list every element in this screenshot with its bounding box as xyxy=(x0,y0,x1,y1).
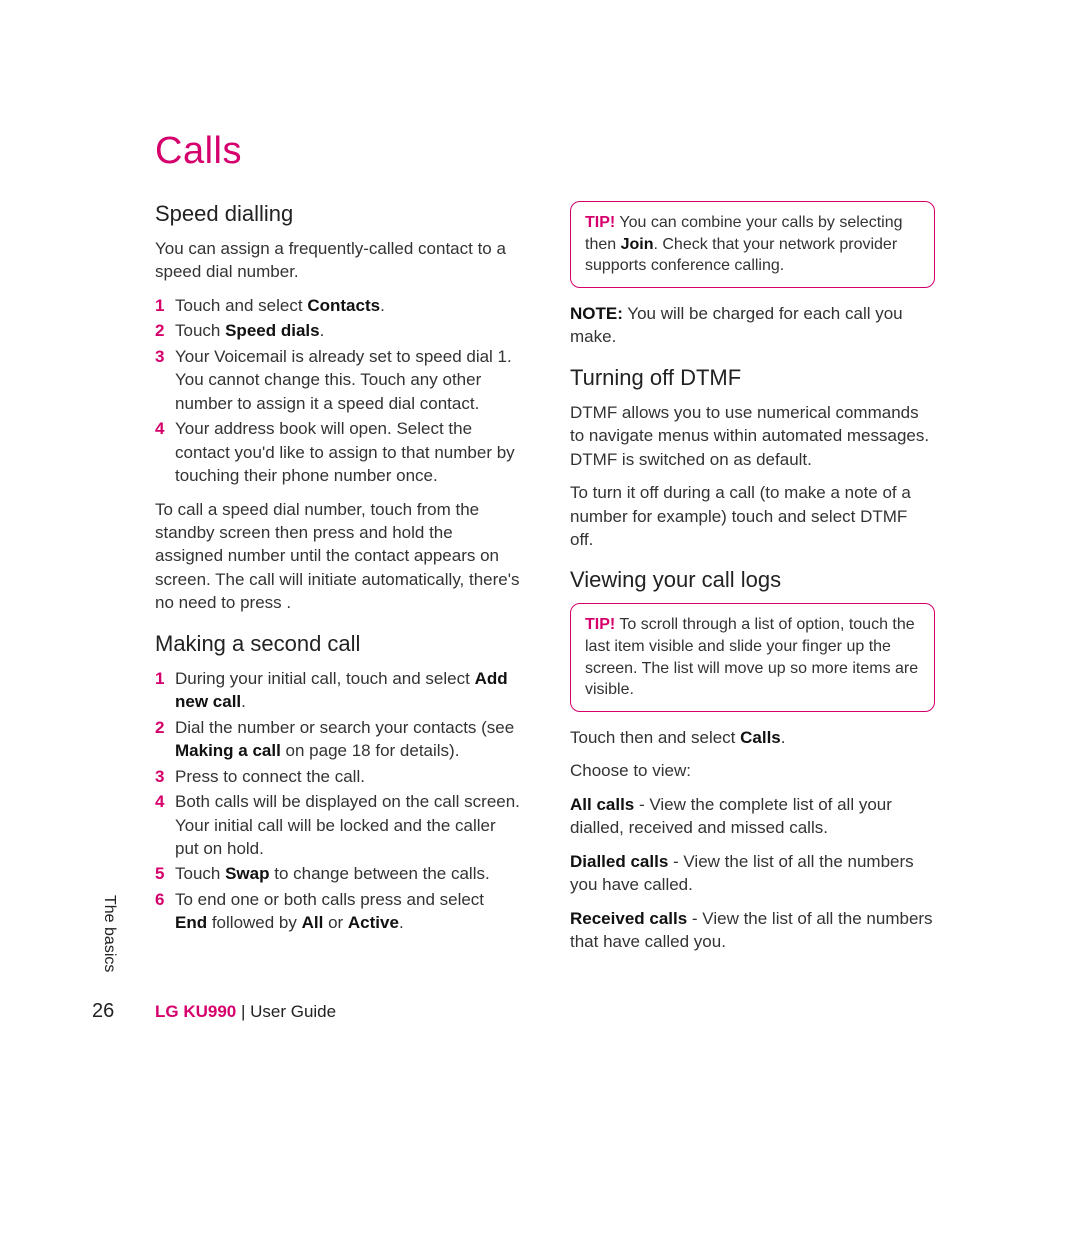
list-item: 3 Press to connect the call. xyxy=(155,765,520,788)
page-title: Calls xyxy=(155,130,935,173)
list-item: 1 During your initial call, touch and se… xyxy=(155,667,520,714)
body-text: To call a speed dial number, touch from … xyxy=(155,498,520,615)
definition-item: Received calls - View the list of all th… xyxy=(570,907,935,954)
footer: LG KU990 | User Guide xyxy=(155,1002,336,1022)
list-item: 6 To end one or both calls press and sel… xyxy=(155,888,520,935)
note-label: NOTE: xyxy=(570,304,623,323)
section-heading-call-logs: Viewing your call logs xyxy=(570,567,935,593)
footer-brand: LG KU990 xyxy=(155,1002,236,1021)
section-heading-speed-dialling: Speed dialling xyxy=(155,201,520,227)
step-number: 6 xyxy=(155,888,175,935)
section-side-label: The basics xyxy=(100,895,118,972)
step-text: To end one or both calls press and selec… xyxy=(175,888,520,935)
right-column: TIP! You can combine your calls by selec… xyxy=(570,201,935,963)
body-text: You can assign a frequently-called conta… xyxy=(155,237,520,284)
step-number: 5 xyxy=(155,862,175,885)
section-heading-dtmf: Turning off DTMF xyxy=(570,365,935,391)
left-column: Speed dialling You can assign a frequent… xyxy=(155,201,520,963)
step-number: 1 xyxy=(155,294,175,317)
list-item: 1 Touch and select Contacts. xyxy=(155,294,520,317)
list-item: 4 Both calls will be displayed on the ca… xyxy=(155,790,520,860)
steps-list-second-call: 1 During your initial call, touch and se… xyxy=(155,667,520,935)
body-text: To turn it off during a call (to make a … xyxy=(570,481,935,551)
list-item: 2 Dial the number or search your contact… xyxy=(155,716,520,763)
step-number: 4 xyxy=(155,790,175,860)
list-item: 2 Touch Speed dials. xyxy=(155,319,520,342)
step-text: Your address book will open. Select the … xyxy=(175,417,520,487)
section-heading-second-call: Making a second call xyxy=(155,631,520,657)
step-text: Touch Speed dials. xyxy=(175,319,520,342)
step-text: Dial the number or search your contacts … xyxy=(175,716,520,763)
list-item: 5 Touch Swap to change between the calls… xyxy=(155,862,520,885)
page-content: Calls Speed dialling You can assign a fr… xyxy=(155,130,935,963)
step-number: 4 xyxy=(155,417,175,487)
step-number: 1 xyxy=(155,667,175,714)
tip-box: TIP! You can combine your calls by selec… xyxy=(570,201,935,288)
tip-label: TIP! xyxy=(585,616,615,633)
definition-item: Dialled calls - View the list of all the… xyxy=(570,850,935,897)
body-text: Choose to view: xyxy=(570,759,935,782)
definition-item: All calls - View the complete list of al… xyxy=(570,793,935,840)
tip-box: TIP! To scroll through a list of option,… xyxy=(570,603,935,711)
page-number: 26 xyxy=(92,1000,114,1023)
steps-list-speed-dialling: 1 Touch and select Contacts. 2 Touch Spe… xyxy=(155,294,520,488)
note-text: NOTE: You will be charged for each call … xyxy=(570,302,935,349)
body-text: DTMF allows you to use numerical command… xyxy=(570,401,935,471)
step-text: Both calls will be displayed on the call… xyxy=(175,790,520,860)
step-text: During your initial call, touch and sele… xyxy=(175,667,520,714)
step-number: 3 xyxy=(155,765,175,788)
step-text: Touch Swap to change between the calls. xyxy=(175,862,520,885)
step-number: 2 xyxy=(155,716,175,763)
step-number: 2 xyxy=(155,319,175,342)
two-column-layout: Speed dialling You can assign a frequent… xyxy=(155,201,935,963)
footer-rest: | User Guide xyxy=(236,1002,336,1021)
list-item: 3 Your Voicemail is already set to speed… xyxy=(155,345,520,415)
list-item: 4 Your address book will open. Select th… xyxy=(155,417,520,487)
step-text: Touch and select Contacts. xyxy=(175,294,520,317)
body-text: Touch then and select Calls. xyxy=(570,726,935,749)
step-number: 3 xyxy=(155,345,175,415)
tip-label: TIP! xyxy=(585,214,615,231)
step-text: Your Voicemail is already set to speed d… xyxy=(175,345,520,415)
step-text: Press to connect the call. xyxy=(175,765,520,788)
